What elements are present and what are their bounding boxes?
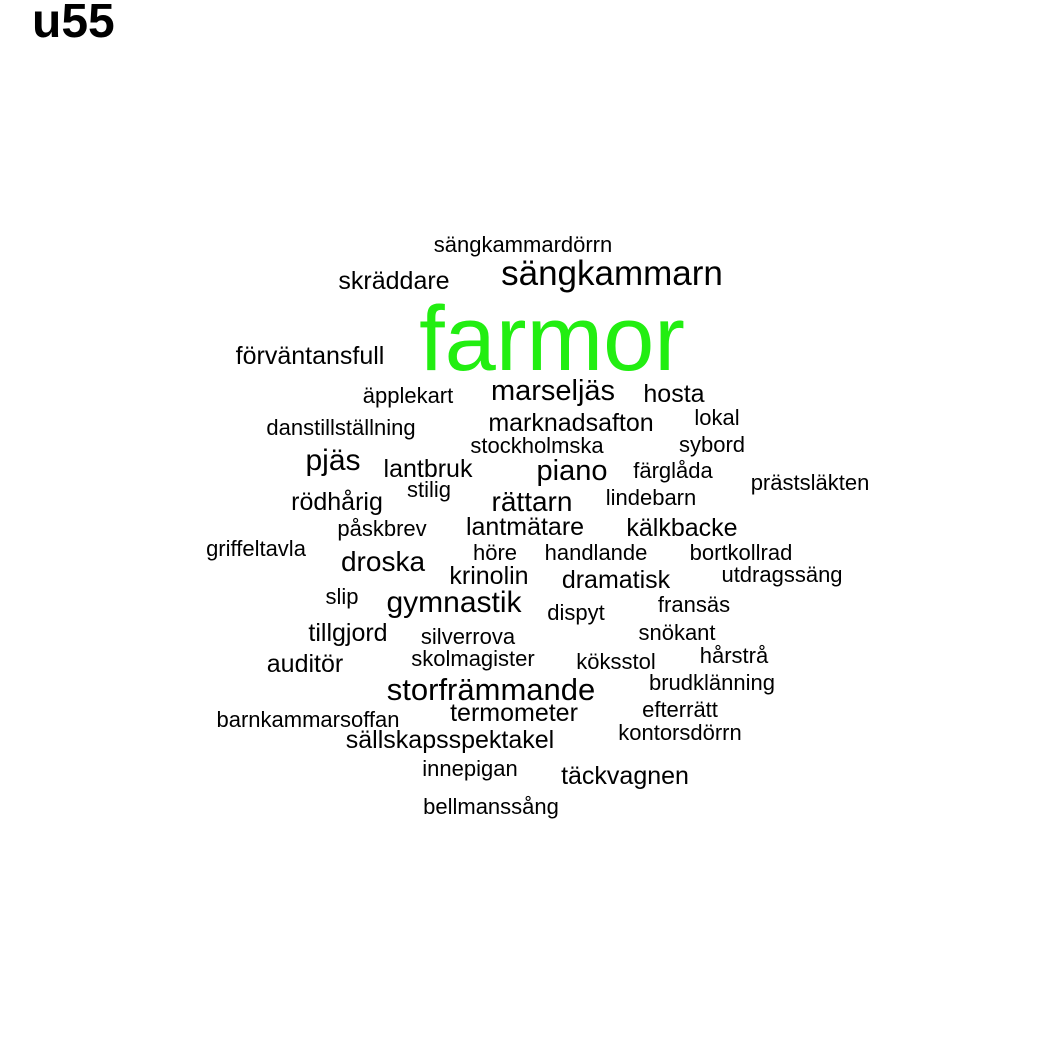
word-krinolin: krinolin: [449, 562, 528, 590]
word-prastslakten: prästsläkten: [751, 470, 870, 495]
word-kontorsdorrn: kontorsdörrn: [618, 720, 742, 745]
word-hosta: hosta: [643, 380, 704, 408]
word-handlande: handlande: [545, 540, 648, 565]
word-marseljas: marseljäs: [491, 375, 615, 407]
word-innepigan: innepigan: [422, 756, 517, 781]
word-cloud: farmorsängkammarnstorfrämmandemarseljäsg…: [206, 232, 870, 819]
word-barnkammarsoffan: barnkammarsoffan: [216, 707, 399, 732]
word-stilig: stilig: [407, 477, 451, 502]
word-forvantansfull: förväntansfull: [236, 342, 385, 370]
word-auditor: auditör: [267, 650, 343, 678]
word-dispyt: dispyt: [547, 600, 604, 625]
word-stockholmska: stockholmska: [470, 433, 604, 458]
word-sangkammarn: sängkammarn: [501, 254, 723, 293]
word-utdragssang: utdragssäng: [721, 562, 842, 587]
word-fransas: fransäs: [658, 592, 730, 617]
word-lindebarn: lindebarn: [606, 485, 697, 510]
word-harstra: hårstrå: [700, 643, 769, 668]
word-pjas: pjäs: [305, 444, 360, 477]
word-applekart: äpplekart: [363, 383, 454, 408]
word-farglada: färglåda: [633, 458, 713, 483]
word-efterratt: efterrätt: [642, 697, 718, 722]
word-droska: droska: [341, 546, 425, 577]
word-tackvagnen: täckvagnen: [561, 762, 689, 790]
word-danstillstallning: danstillställning: [266, 415, 415, 440]
word-skolmagister: skolmagister: [411, 646, 534, 671]
word-koksstol: köksstol: [576, 649, 655, 674]
word-dramatisk: dramatisk: [562, 566, 671, 594]
word-lantmatare: lantmätare: [466, 513, 584, 541]
word-kalkbacke: kälkbacke: [626, 514, 737, 542]
word-slip: slip: [325, 584, 358, 609]
word-snokant: snökant: [638, 620, 715, 645]
word-termometer: termometer: [450, 699, 578, 727]
word-griffeltavla: griffeltavla: [206, 536, 307, 561]
word-bellmanssang: bellmanssång: [423, 794, 559, 819]
word-piano: piano: [537, 455, 608, 487]
word-sybord: sybord: [679, 432, 745, 457]
word-sangkammardorrn: sängkammardörrn: [434, 232, 613, 257]
word-hore: höre: [473, 540, 517, 565]
word-gymnastik: gymnastik: [386, 586, 522, 619]
word-brudklanning: brudklänning: [649, 670, 775, 695]
word-lokal: lokal: [694, 405, 739, 430]
word-tillgjord: tillgjord: [308, 619, 387, 647]
word-skraddare: skräddare: [338, 267, 449, 295]
word-paskbrev: påskbrev: [337, 516, 426, 541]
word-rodharig: rödhårig: [291, 488, 383, 516]
